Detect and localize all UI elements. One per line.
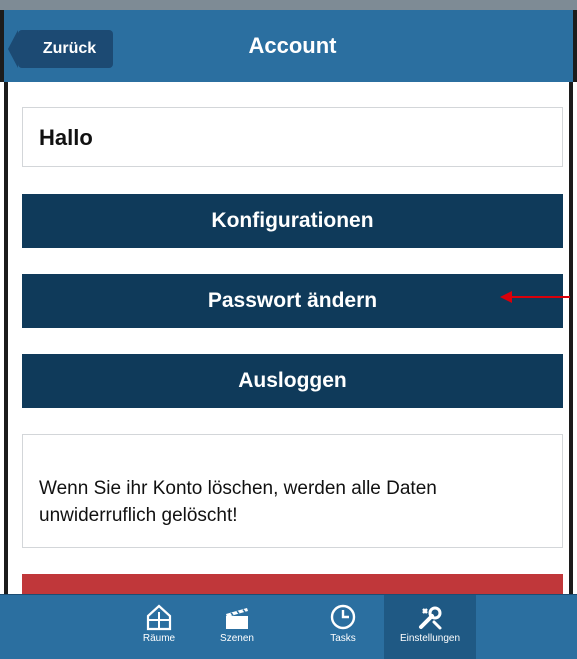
- logout-button[interactable]: Ausloggen: [22, 354, 563, 408]
- annotation-arrow-head: [500, 291, 512, 303]
- clock-icon: [330, 604, 356, 630]
- tab-rooms[interactable]: Räume: [120, 595, 198, 659]
- change-password-button[interactable]: Passwort ändern: [22, 274, 563, 328]
- app-screen: Account Zurück Hallo Konfigurationen Pas…: [0, 0, 577, 659]
- tab-label: Einstellungen: [399, 633, 461, 644]
- greeting-card: Hallo: [22, 107, 563, 167]
- tab-label: Szenen: [220, 633, 254, 644]
- account-content: Hallo Konfigurationen Passwort ändern Au…: [4, 82, 573, 604]
- tab-bar: Räume Szenen Tasks Einstellungen: [0, 594, 577, 659]
- back-button[interactable]: Zurück: [8, 30, 113, 68]
- tab-settings[interactable]: Einstellungen: [384, 595, 476, 659]
- configurations-button[interactable]: Konfigurationen: [22, 194, 563, 248]
- nav-bar: Account Zurück: [0, 10, 577, 82]
- settings-icon: [419, 606, 442, 630]
- annotation-arrow-line: [510, 296, 570, 298]
- tab-scenes[interactable]: Szenen: [198, 595, 276, 659]
- status-bar: [0, 0, 577, 10]
- tab-label: Räume: [142, 633, 176, 644]
- clapperboard-icon: [226, 608, 248, 629]
- tab-label: Tasks: [330, 633, 356, 644]
- house-icon: [146, 604, 172, 631]
- delete-account-notice: Wenn Sie ihr Konto löschen, werden alle …: [22, 434, 563, 548]
- tab-tasks[interactable]: Tasks: [304, 595, 382, 659]
